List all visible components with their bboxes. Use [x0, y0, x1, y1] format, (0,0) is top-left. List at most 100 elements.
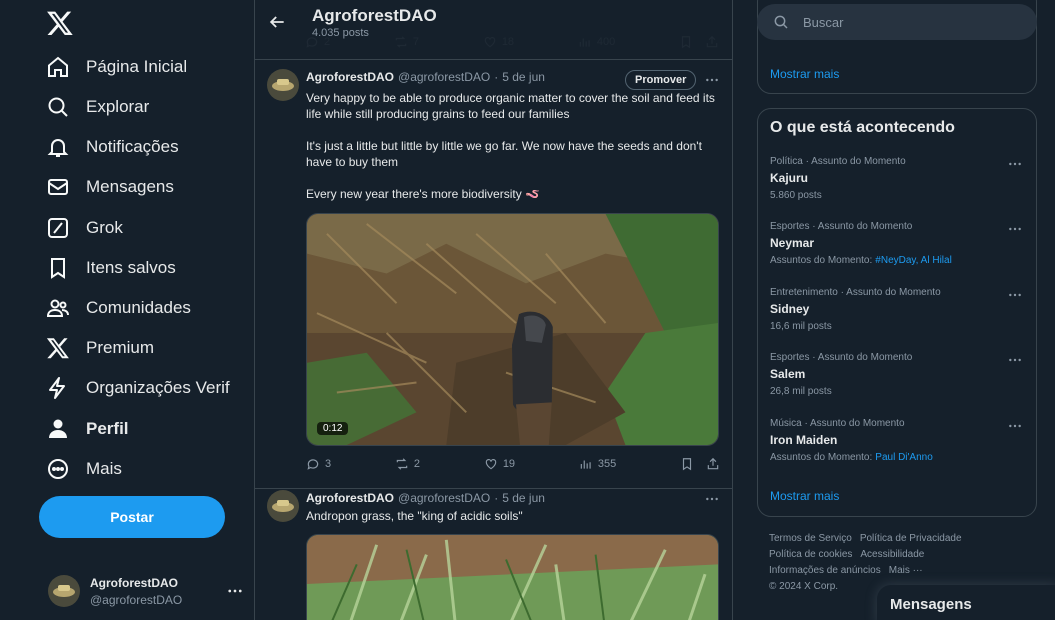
trend-sub: 5.860 posts	[770, 190, 822, 201]
reply-button[interactable]: 3	[306, 457, 331, 471]
trend-item[interactable]: Esportes · Assunto do Momento Salem 26,8…	[758, 352, 1036, 412]
lightning-icon	[46, 376, 70, 400]
nav-profile[interactable]: Perfil	[46, 414, 129, 444]
footer-link-terms[interactable]: Termos de Serviço	[769, 533, 852, 544]
footer-link-ads-info[interactable]: Informações de anúncios	[769, 565, 881, 576]
account-names: AgroforestDAO @agroforestDAO	[90, 576, 226, 607]
author-handle[interactable]: @agroforestDAO	[398, 491, 490, 505]
trend-sub-text: Assuntos do Momento:	[770, 452, 873, 463]
trend-sub: 26,8 mil posts	[770, 386, 832, 397]
more-horizontal-icon[interactable]	[704, 72, 720, 88]
post-count: 4.035 posts	[312, 27, 369, 39]
nav-more[interactable]: Mais	[46, 454, 122, 484]
trend-tags-link[interactable]: Paul Di'Anno	[875, 452, 933, 463]
tweet-paragraph: Every new year there's more biodiversity…	[306, 187, 540, 201]
nav-grok[interactable]: Grok	[46, 213, 123, 243]
author-handle[interactable]: @agroforestDAO	[398, 70, 490, 84]
nav-label: Organizações Verif	[86, 378, 230, 397]
trend-category: Música · Assunto do Momento	[770, 418, 905, 429]
nav-home[interactable]: Página Inicial	[46, 52, 187, 82]
author-name[interactable]: AgroforestDAO	[306, 491, 394, 505]
nav-label: Premium	[86, 338, 155, 357]
tweet-video[interactable]: 0:12	[306, 213, 719, 446]
show-more-link[interactable]: Mostrar mais	[770, 489, 839, 503]
bell-icon	[46, 135, 70, 159]
search-bar[interactable]	[757, 4, 1037, 40]
copyright: © 2024 X Corp.	[769, 581, 839, 592]
tweet-date[interactable]: 5 de jun	[502, 70, 545, 84]
nav-premium[interactable]: Premium	[46, 333, 154, 363]
trend-item[interactable]: Esportes · Assunto do Momento Neymar Ass…	[758, 221, 1036, 281]
bookmark-icon[interactable]	[680, 457, 694, 471]
author-name[interactable]: AgroforestDAO	[306, 70, 394, 84]
right-sidebar: Mostrar mais O que está acontecendo Polí…	[733, 0, 1055, 620]
envelope-icon	[46, 175, 70, 199]
avatar[interactable]	[267, 490, 299, 522]
nav-label: Mensagens	[86, 177, 174, 196]
more-horizontal-icon[interactable]	[1007, 156, 1023, 172]
like-count: 19	[502, 458, 516, 470]
footer-link-accessibility[interactable]: Acessibilidade	[860, 549, 924, 560]
more-horizontal-icon	[228, 589, 242, 593]
nav-label: Notificações	[86, 137, 179, 156]
tweet-date[interactable]: 5 de jun	[502, 491, 545, 505]
x-logo-icon	[46, 336, 70, 360]
separator-dot: ·	[494, 491, 499, 505]
trend-sub-text: 5.860 posts	[770, 190, 822, 201]
views-button[interactable]: 355	[579, 457, 616, 471]
nav-messages[interactable]: Mensagens	[46, 172, 174, 202]
separator-dot: ·	[494, 70, 499, 84]
avatar[interactable]	[267, 69, 299, 101]
post-button[interactable]: Postar	[39, 496, 225, 538]
profile-header: AgroforestDAO 4.035 posts	[255, 0, 732, 60]
back-arrow-icon[interactable]	[267, 12, 287, 32]
trend-item[interactable]: Política · Assunto do Momento Kajuru 5.8…	[758, 156, 1036, 216]
nav-label: Perfil	[86, 419, 129, 438]
nav-explore[interactable]: Explorar	[46, 92, 149, 122]
messages-drawer[interactable]: Mensagens	[877, 585, 1055, 620]
tweet-paragraph: Andropon grass, the "king of acidic soil…	[306, 509, 523, 523]
nav-communities[interactable]: Comunidades	[46, 293, 191, 323]
nav-notifications[interactable]: Notificações	[46, 132, 179, 162]
search-input[interactable]	[803, 14, 1003, 30]
tweet-text: Very happy to be able to produce organic…	[306, 90, 718, 202]
more-horizontal-icon[interactable]	[1007, 221, 1023, 237]
more-horizontal-icon[interactable]	[704, 491, 720, 507]
trend-sub-text: 16,6 mil posts	[770, 321, 832, 332]
tweet-actions: 3 2 19 355	[306, 455, 720, 473]
more-horizontal-icon[interactable]	[1007, 287, 1023, 303]
share-icon[interactable]	[706, 457, 720, 471]
repost-button[interactable]: 2	[395, 457, 420, 471]
footer-link-privacy[interactable]: Política de Privacidade	[860, 533, 962, 544]
nav-label: Itens salvos	[86, 258, 176, 277]
trend-category: Política · Assunto do Momento	[770, 156, 906, 167]
trend-sub-text: Assuntos do Momento:	[770, 255, 873, 266]
trend-sub: Assuntos do Momento: Paul Di'Anno	[770, 452, 933, 463]
trend-tags-link[interactable]: #NeyDay, Al Hilal	[875, 255, 952, 266]
account-switcher[interactable]: AgroforestDAO @agroforestDAO	[48, 574, 244, 608]
footer-link-more[interactable]: Mais ···	[889, 565, 923, 576]
bookmark-icon	[46, 256, 70, 280]
account-name: AgroforestDAO	[90, 575, 179, 590]
tweet-header: AgroforestDAO @agroforestDAO · 5 de jun	[306, 70, 545, 84]
more-horizontal-icon[interactable]	[1007, 418, 1023, 434]
views-count: 355	[597, 458, 617, 470]
trend-item[interactable]: Entretenimento · Assunto do Momento Sidn…	[758, 287, 1036, 347]
x-logo-icon[interactable]	[46, 9, 74, 37]
nav-verified-orgs[interactable]: Organizações Verif	[46, 373, 230, 403]
trend-sub-text: 26,8 mil posts	[770, 386, 832, 397]
show-more-link[interactable]: Mostrar mais	[770, 67, 839, 81]
promote-button[interactable]: Promover	[625, 70, 697, 90]
tweet-header: AgroforestDAO @agroforestDAO · 5 de jun	[306, 491, 545, 505]
nav-label: Página Inicial	[86, 57, 188, 76]
tweet[interactable]: AgroforestDAO @agroforestDAO · 5 de jun …	[255, 489, 732, 620]
repost-count: 2	[413, 458, 421, 470]
trend-item[interactable]: Música · Assunto do Momento Iron Maiden …	[758, 418, 1036, 478]
more-horizontal-icon[interactable]	[1007, 352, 1023, 368]
tweet-video[interactable]	[306, 534, 719, 620]
tweet[interactable]: AgroforestDAO @agroforestDAO · 5 de jun …	[255, 60, 732, 489]
footer-link-cookies[interactable]: Política de cookies	[769, 549, 852, 560]
nav-bookmarks[interactable]: Itens salvos	[46, 253, 176, 283]
trend-name: Kajuru	[770, 171, 809, 185]
like-button[interactable]: 19	[484, 457, 515, 471]
